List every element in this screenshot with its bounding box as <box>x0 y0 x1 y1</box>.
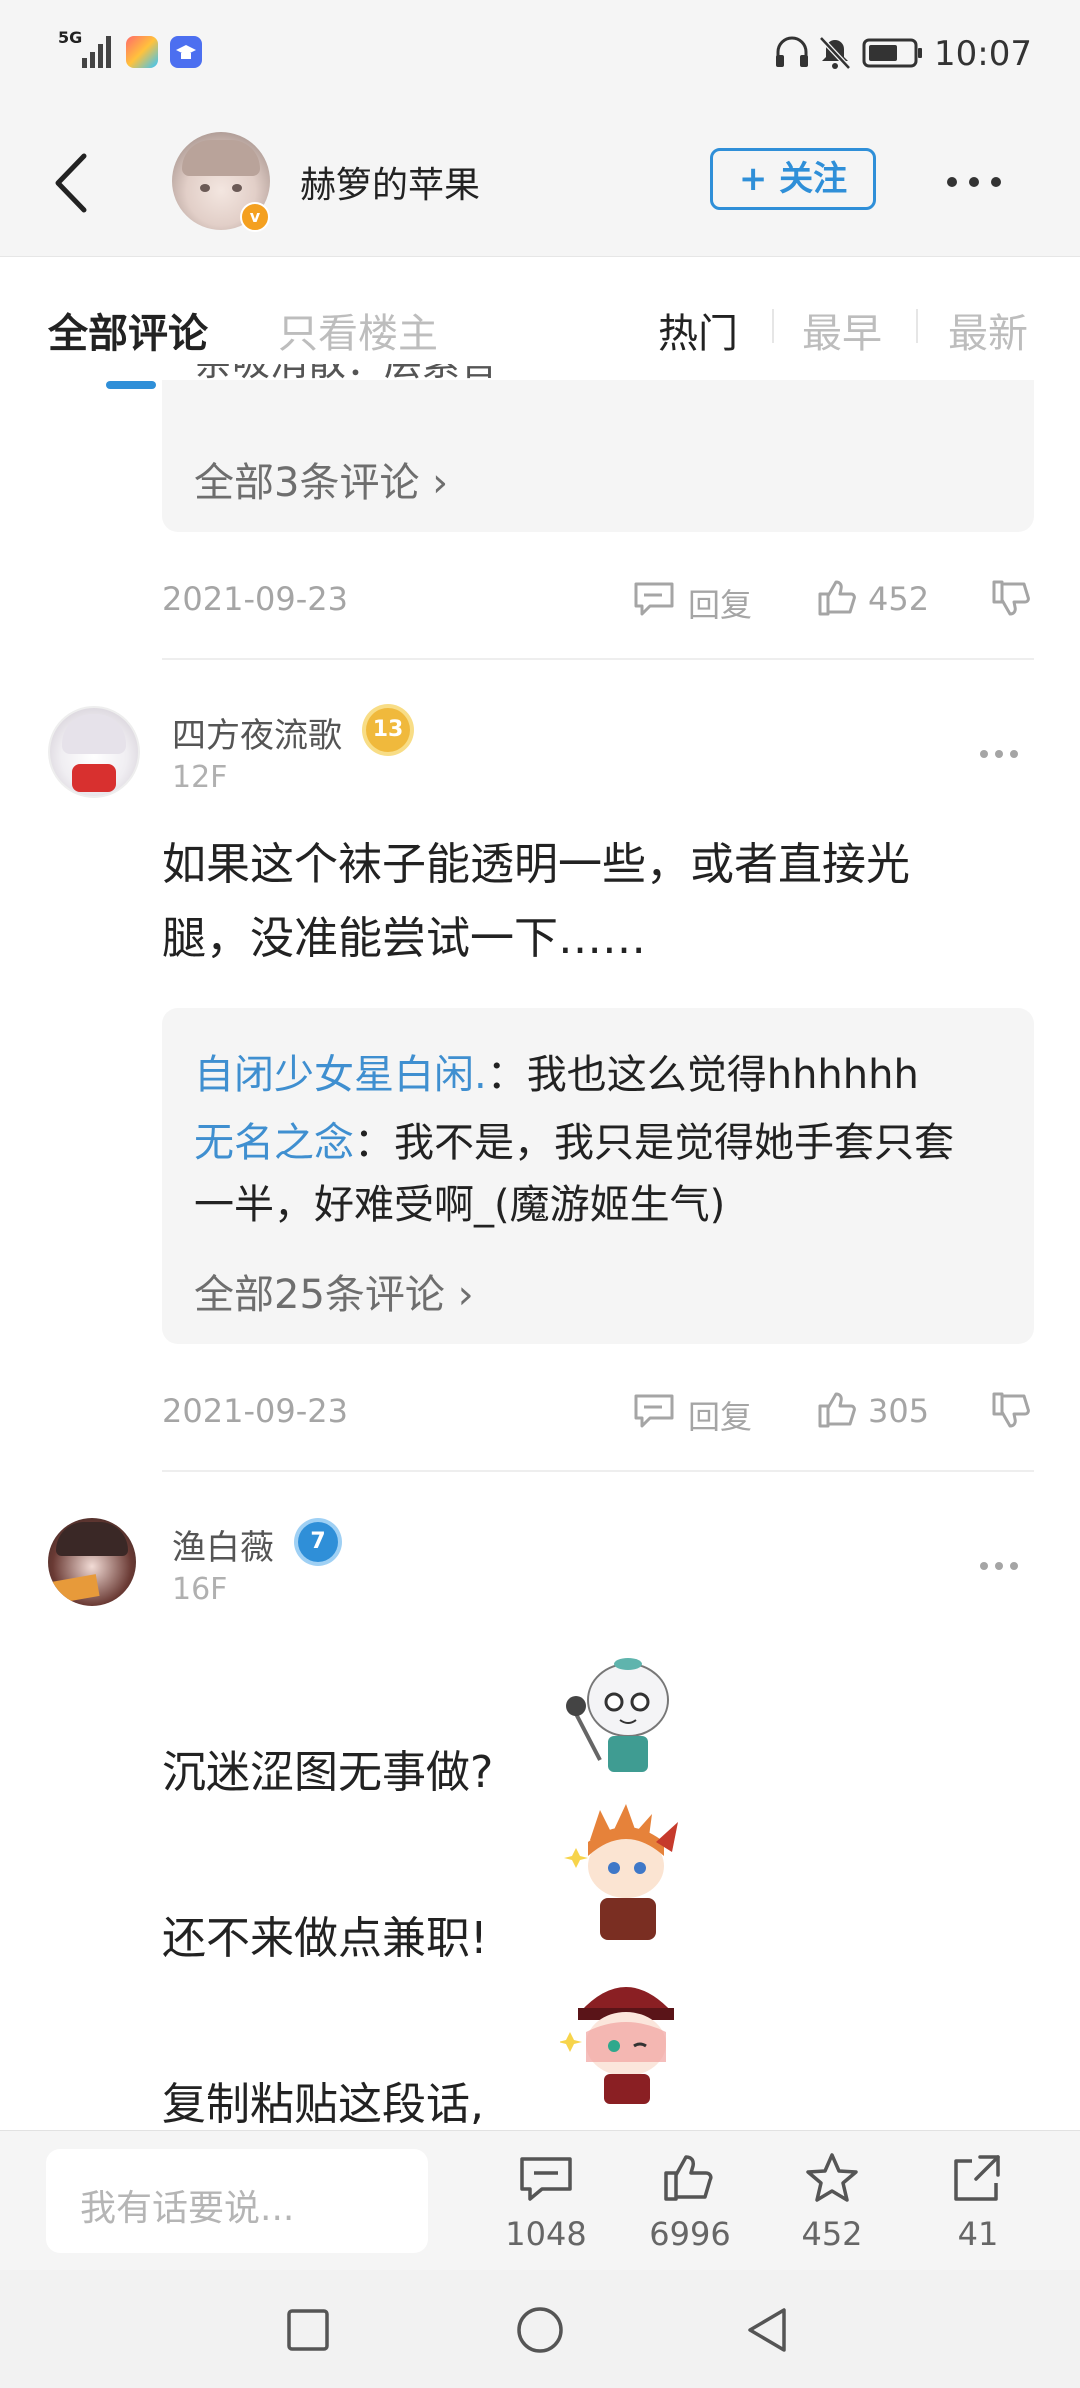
like-count: 305 <box>868 1392 930 1430</box>
reply-item: 无名之念：我不是，我只是觉得她手套只套 一半，好难受啊_(魔游姬生气) <box>194 1120 954 1228</box>
sort-earliest[interactable]: 最早 <box>802 301 882 359</box>
more-options-icon[interactable] <box>944 174 1004 190</box>
level-badge: 7 <box>298 1522 338 1562</box>
sort-hot[interactable]: 热门 <box>658 301 738 359</box>
reply-button-label[interactable]: 回复 <box>688 1392 752 1438</box>
favorite-count: 452 <box>801 2215 863 2253</box>
recent-apps-icon[interactable] <box>286 2308 330 2352</box>
commenter-avatar[interactable] <box>48 706 140 798</box>
education-app-icon <box>170 36 202 68</box>
headphones-icon <box>776 36 808 67</box>
system-nav-bar <box>0 2270 1080 2388</box>
comment-input-placeholder: 我有话要说... <box>80 2188 295 2229</box>
comment-line: 沉迷涩图无事做? <box>162 1747 494 1798</box>
commenter-avatar[interactable] <box>48 1518 136 1606</box>
reply-icon[interactable] <box>632 1390 676 1430</box>
reply-user-link[interactable]: 无名之念 <box>194 1120 354 1166</box>
sticker-image <box>564 1804 678 1940</box>
like-icon[interactable] <box>662 2151 718 2203</box>
commenter-name[interactable]: 渔白薇 <box>172 1520 274 1569</box>
sticker-image <box>566 1658 669 1772</box>
commenter-name[interactable]: 四方夜流歌 <box>172 708 342 757</box>
comment-divider <box>162 1470 1034 1472</box>
mute-bell-icon <box>819 36 851 70</box>
back-icon[interactable] <box>48 150 92 216</box>
comment-divider <box>162 658 1034 660</box>
comment-line: 复制粘贴这段话, <box>162 2079 484 2130</box>
like-count: 6996 <box>649 2215 731 2253</box>
favorite-star-icon[interactable] <box>804 2151 860 2203</box>
dislike-icon[interactable] <box>990 1390 1032 1430</box>
comment-date: 2021-09-23 <box>162 580 348 618</box>
home-icon[interactable] <box>516 2306 564 2354</box>
view-all-replies-link[interactable]: 全部25条评论 › <box>194 1262 474 1320</box>
tab-separator <box>916 309 918 343</box>
sort-newest[interactable]: 最新 <box>948 301 1028 359</box>
status-bar: 5G 10:07 <box>0 0 1080 110</box>
comment-more-icon[interactable] <box>978 1560 1020 1572</box>
reply-user-link[interactable]: 自闭少女星白闲. <box>194 1052 487 1098</box>
comment-input[interactable]: 我有话要说... <box>46 2149 428 2253</box>
tab-op-only[interactable]: 只看楼主 <box>278 301 438 359</box>
comment-body: 如果这个袜子能透明一些，或者直接光 腿，没准能尝试一下…… <box>162 839 910 964</box>
back-nav-icon[interactable] <box>744 2306 790 2354</box>
comment-icon[interactable] <box>518 2153 574 2203</box>
tab-separator <box>772 309 774 343</box>
comment-more-icon[interactable] <box>978 748 1020 760</box>
signal-icon <box>82 36 111 68</box>
comment-date: 2021-09-23 <box>162 1392 348 1430</box>
reply-preview-box: 自闭少女星白闲.：我也这么觉得hhhhhh 无名之念：我不是，我只是觉得她手套只… <box>162 1008 1034 1344</box>
floor-number: 12F <box>172 760 228 795</box>
reply-item: 自闭少女星白闲.：我也这么觉得hhhhhh <box>194 1052 919 1098</box>
author-name[interactable]: 赫箩的苹果 <box>300 156 480 208</box>
sticker-image <box>560 1987 674 2104</box>
dislike-icon[interactable] <box>990 578 1032 618</box>
battery-icon <box>862 38 922 68</box>
like-count: 452 <box>868 580 930 618</box>
comment-line: 还不来做点兼职! <box>162 1913 488 1964</box>
share-count: 41 <box>957 2215 999 2253</box>
like-icon[interactable] <box>816 578 858 618</box>
floor-number: 16F <box>172 1572 228 1607</box>
app-notification-icon <box>126 36 158 68</box>
partial-reply: 亲吸消散：层素言 <box>194 364 498 392</box>
view-all-replies-link[interactable]: 全部3条评论 › <box>194 450 448 508</box>
comment-count: 1048 <box>505 2215 587 2253</box>
bottom-action-bar: 我有话要说... 1048 6996 452 41 <box>0 2130 1080 2271</box>
active-tab-indicator <box>106 381 156 389</box>
top-header: v 赫箩的苹果 + 关注 <box>0 110 1080 257</box>
verified-badge-icon: v <box>240 202 270 232</box>
level-badge: 13 <box>366 708 410 752</box>
reply-icon[interactable] <box>632 578 676 618</box>
follow-button[interactable]: + 关注 <box>710 148 876 210</box>
reply-preview-box: 亲吸消散：层素言 全部3条评论 › <box>162 364 1034 532</box>
clock: 10:07 <box>934 34 1032 74</box>
share-icon[interactable] <box>950 2151 1006 2203</box>
tab-all-comments[interactable]: 全部评论 <box>48 301 208 359</box>
comment-tabs: 全部评论 只看楼主 热门 最早 最新 <box>0 257 1080 391</box>
reply-button-label[interactable]: 回复 <box>688 580 752 626</box>
like-icon[interactable] <box>816 1390 858 1430</box>
